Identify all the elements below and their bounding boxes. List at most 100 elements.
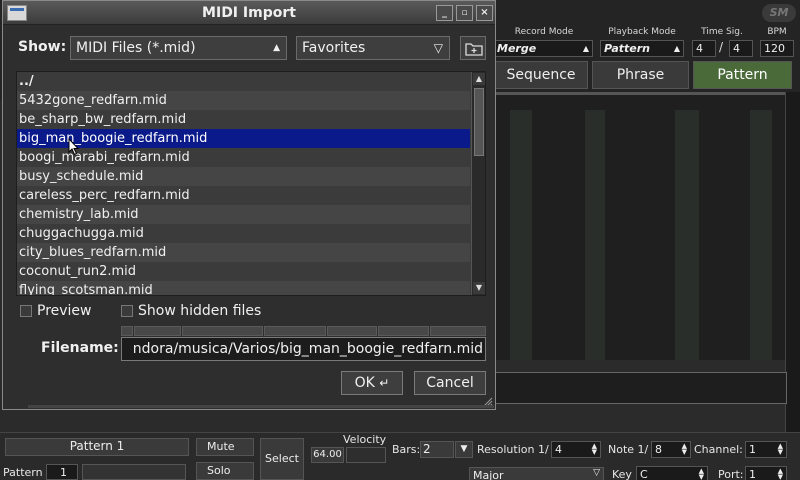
scroll-down-icon[interactable]: ▼ bbox=[473, 282, 485, 294]
tab-pattern[interactable]: Pattern bbox=[693, 61, 792, 89]
tab-sequence[interactable]: Sequence bbox=[494, 61, 588, 89]
port-spinner[interactable]: 1 ▲ ▼ bbox=[745, 466, 787, 480]
list-item[interactable]: busy_schedule.mid bbox=[17, 167, 470, 186]
dialog-title: MIDI Import bbox=[202, 5, 296, 21]
enter-key-icon: ↵ bbox=[379, 376, 390, 390]
bars-dropdown-icon[interactable]: ▼ bbox=[455, 441, 473, 458]
dialog-titlebar[interactable]: MIDI Import _ ▫ × bbox=[3, 1, 495, 25]
scroll-thumb[interactable] bbox=[474, 88, 484, 156]
location-value: Favorites bbox=[302, 40, 366, 56]
pattern-number-field[interactable]: 1 bbox=[46, 464, 78, 480]
list-item[interactable]: boogi_marabi_redfarn.mid bbox=[17, 148, 470, 167]
list-item[interactable]: ../ bbox=[17, 72, 470, 91]
pattern-controls-bar: Pattern 1 Mute Solo Select Velocity 64.0… bbox=[0, 432, 800, 480]
event-panel bbox=[495, 372, 787, 404]
solo-button[interactable]: Solo bbox=[196, 462, 254, 480]
key-label: Key bbox=[612, 468, 632, 480]
bars-field[interactable]: 2 bbox=[420, 441, 454, 458]
time-sig-slash: / bbox=[719, 40, 724, 54]
playback-mode-combo[interactable]: Pattern ▲ bbox=[600, 40, 684, 57]
scale-value: Major bbox=[473, 469, 504, 480]
bpm-label: BPM bbox=[767, 27, 787, 37]
time-sig-denominator[interactable]: 4 bbox=[729, 40, 753, 57]
pattern-slider[interactable] bbox=[82, 464, 186, 480]
combo-arrows-icon: ▲ bbox=[273, 43, 280, 53]
pattern-name-field[interactable]: Pattern 1 bbox=[5, 438, 189, 456]
channel-spinner[interactable]: 1 ▲ ▼ bbox=[745, 441, 787, 458]
time-sig-numerator[interactable]: 4 bbox=[692, 40, 716, 57]
file-list-scrollbar[interactable]: ▲ ▼ bbox=[471, 72, 485, 295]
playback-mode-value: Pattern bbox=[604, 42, 651, 55]
list-item[interactable]: be_sharp_bw_redfarn.mid bbox=[17, 110, 470, 129]
resolution-spinner[interactable]: 4 ▲ ▼ bbox=[551, 441, 601, 458]
velocity-slider[interactable] bbox=[346, 447, 386, 463]
note-spinner[interactable]: 8 ▲ ▼ bbox=[651, 441, 691, 458]
location-combo[interactable]: Favorites ▽ bbox=[296, 36, 450, 60]
channel-value: 1 bbox=[749, 443, 756, 456]
record-mode-combo[interactable]: Merge ▲ bbox=[493, 40, 593, 57]
channel-label: Channel: bbox=[694, 443, 743, 456]
new-folder-button[interactable] bbox=[460, 36, 486, 60]
filename-input[interactable]: ndora/musica/Varios/big_man_boogie_redfa… bbox=[121, 337, 486, 361]
show-hidden-checkbox[interactable]: Show hidden files bbox=[121, 303, 261, 319]
velocity-label: Velocity bbox=[343, 433, 387, 446]
file-list[interactable]: ../ 5432gone_redfarn.mid be_sharp_bw_red… bbox=[16, 71, 486, 296]
preview-checkbox[interactable]: Preview bbox=[20, 303, 92, 319]
vertical-scrollbar[interactable] bbox=[785, 92, 800, 432]
resolution-value: 4 bbox=[555, 443, 562, 456]
path-segments bbox=[121, 326, 487, 336]
scroll-up-icon[interactable]: ▲ bbox=[473, 73, 485, 85]
playback-mode-label: Playback Mode bbox=[608, 27, 676, 37]
combo-arrows-icon: ▲ bbox=[582, 44, 589, 53]
list-item[interactable]: 5432gone_redfarn.mid bbox=[17, 91, 470, 110]
midi-import-dialog: MIDI Import _ ▫ × Show: MIDI Files (*.mi… bbox=[2, 0, 496, 410]
mute-button[interactable]: Mute bbox=[196, 438, 254, 456]
close-icon[interactable]: × bbox=[476, 5, 493, 21]
spin-arrows-icon: ▲ ▼ bbox=[698, 467, 704, 480]
show-label: Show: bbox=[18, 39, 67, 55]
cancel-button[interactable]: Cancel bbox=[414, 371, 486, 395]
spin-arrows-icon: ▲ ▼ bbox=[591, 442, 597, 456]
minimize-icon[interactable]: _ bbox=[436, 5, 453, 21]
pattern-number-label: Pattern bbox=[3, 466, 43, 479]
splitter bbox=[28, 405, 494, 408]
pattern-grid[interactable] bbox=[495, 95, 785, 360]
bars-label: Bars: bbox=[392, 443, 421, 456]
combo-arrows-icon: ▲ bbox=[673, 44, 680, 53]
dropdown-icon: ▽ bbox=[593, 468, 600, 478]
preview-label: Preview bbox=[37, 303, 92, 319]
checkbox-box bbox=[121, 305, 133, 317]
list-item[interactable]: city_blues_redfarn.mid bbox=[17, 243, 470, 262]
list-item-selected[interactable]: big_man_boogie_redfarn.mid bbox=[17, 129, 470, 148]
ok-button[interactable]: OK ↵ bbox=[341, 371, 403, 395]
file-filter-combo[interactable]: MIDI Files (*.mid) ▲ bbox=[70, 36, 287, 60]
checkbox-box bbox=[20, 305, 32, 317]
port-label: Port: bbox=[718, 468, 744, 480]
list-item[interactable]: coconut_run2.mid bbox=[17, 262, 470, 281]
maximize-icon[interactable]: ▫ bbox=[456, 5, 473, 21]
dropdown-icon: ▽ bbox=[433, 41, 443, 55]
record-mode-value: Merge bbox=[497, 42, 537, 55]
record-mode-label: Record Mode bbox=[514, 27, 574, 37]
list-item[interactable]: chemistry_lab.mid bbox=[17, 205, 470, 224]
file-filter-value: MIDI Files (*.mid) bbox=[76, 40, 196, 56]
key-value: C bbox=[640, 468, 648, 480]
bpm-field[interactable]: 120 bbox=[760, 40, 794, 57]
list-item[interactable]: chuggachugga.mid bbox=[17, 224, 470, 243]
mouse-cursor-icon bbox=[68, 138, 80, 156]
solo-label: Solo bbox=[207, 464, 231, 477]
select-button[interactable]: Select bbox=[260, 438, 304, 480]
list-item[interactable]: careless_perc_redfarn.mid bbox=[17, 186, 470, 205]
velocity-field[interactable]: 64.00 bbox=[311, 447, 344, 463]
mute-label: Mute bbox=[207, 440, 235, 453]
scale-combo[interactable]: Major ▽ bbox=[469, 467, 604, 480]
resolution-label: Resolution 1/ bbox=[477, 443, 549, 456]
show-hidden-label: Show hidden files bbox=[138, 303, 262, 319]
list-item[interactable]: flying_scotsman.mid bbox=[17, 281, 470, 295]
key-combo[interactable]: C ▲ ▼ bbox=[636, 466, 708, 480]
filename-label: Filename: bbox=[41, 340, 119, 356]
time-sig-label: Time Sig. bbox=[701, 27, 743, 37]
tab-phrase[interactable]: Phrase bbox=[592, 61, 689, 89]
spin-arrows-icon: ▲ ▼ bbox=[777, 442, 783, 456]
app-logo: SM bbox=[762, 4, 796, 22]
